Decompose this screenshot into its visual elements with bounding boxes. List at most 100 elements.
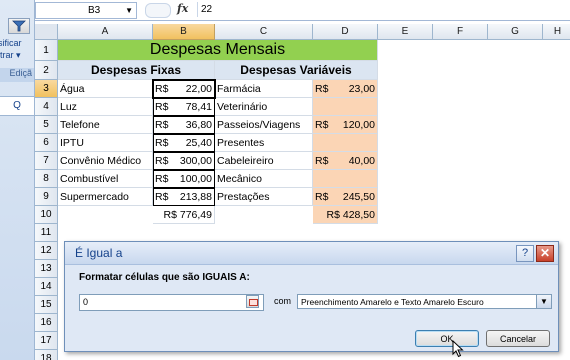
total-fixed-cell[interactable]: R$ 776,49 — [153, 206, 215, 224]
currency-symbol: R$ — [315, 191, 329, 203]
fixed-name-cell[interactable]: Água — [58, 80, 153, 98]
currency-symbol: R$ — [315, 83, 329, 95]
fixed-name-cell[interactable]: Combustível — [58, 170, 153, 188]
currency-symbol: R$ — [155, 173, 169, 185]
fixed-value-cell[interactable]: R$ 25,40 — [153, 134, 215, 152]
variable-name-cell[interactable]: Prestações — [215, 188, 313, 206]
row-header-12[interactable]: 12 — [35, 242, 58, 260]
fixed-name-cell[interactable]: Telefone — [58, 116, 153, 134]
variable-name-cell[interactable]: Mecânico — [215, 170, 313, 188]
formula-input[interactable]: 22 — [197, 2, 570, 17]
ok-button[interactable]: OK — [415, 330, 479, 347]
select-all-corner[interactable] — [35, 24, 58, 40]
variable-value: 40,00 — [348, 155, 375, 167]
column-header-c[interactable]: C — [215, 24, 313, 40]
fixed-name-cell[interactable]: Convênio Médico — [58, 152, 153, 170]
column-header-a[interactable]: A — [58, 24, 153, 40]
column-header-f[interactable]: F — [433, 24, 488, 40]
row-header-10[interactable]: 10 — [35, 206, 58, 224]
fixed-name-cell[interactable]: Luz — [58, 98, 153, 116]
variable-name-cell[interactable]: Farmácia — [215, 80, 313, 98]
dialog-prompt: Formatar células que são IGUAIS A: — [79, 272, 250, 283]
chevron-down-icon[interactable]: ▼ — [125, 3, 133, 18]
insert-function-icon[interactable]: fx — [177, 2, 188, 15]
row-header-16[interactable]: 16 — [35, 314, 58, 332]
row-header-7[interactable]: 7 — [35, 152, 58, 170]
filter-label[interactable]: ltrar ▾ — [0, 50, 21, 61]
format-select[interactable]: Preenchimento Amarelo e Texto Amarelo Es… — [297, 294, 552, 309]
name-box-value: B3 — [88, 5, 101, 16]
row-header-11[interactable]: 11 — [35, 224, 58, 242]
currency-symbol: R$ — [155, 83, 169, 95]
row-header-18[interactable]: 18 — [35, 350, 58, 360]
value-input[interactable]: 0 — [79, 294, 264, 311]
fixed-value-cell[interactable]: R$ 100,00 — [153, 170, 215, 188]
variable-name-cell[interactable]: Cabeleireiro — [215, 152, 313, 170]
fixed-value-cell[interactable]: R$ 213,88 — [153, 188, 215, 206]
variable-value: 23,00 — [348, 83, 375, 95]
fixed-value-cell[interactable]: R$ 36,80 — [153, 116, 215, 134]
close-icon[interactable]: ✕ — [536, 245, 554, 262]
fixed-value: 300,00 — [179, 155, 212, 167]
column-header-d[interactable]: D — [313, 24, 378, 40]
help-icon[interactable]: ? — [516, 245, 534, 262]
variable-value-cell[interactable]: R$ 245,50 — [313, 188, 378, 206]
cancel-button[interactable]: Cancelar — [486, 330, 550, 347]
row-header-8[interactable]: 8 — [35, 170, 58, 188]
variable-value-cell[interactable] — [313, 170, 378, 188]
currency-symbol: R$ — [315, 155, 329, 167]
mouse-pointer-icon — [452, 339, 464, 360]
sheet-title-cell[interactable]: Despesas Mensais — [58, 40, 378, 61]
formula-cancel-button[interactable] — [145, 3, 171, 18]
chevron-down-icon[interactable]: ▼ — [536, 295, 551, 308]
fixed-expenses-header[interactable]: Despesas Fixas — [58, 61, 215, 80]
dialog-titlebar[interactable]: É Igual a ? ✕ — [65, 242, 558, 265]
fixed-name-cell[interactable]: IPTU — [58, 134, 153, 152]
collapse-dialog-icon[interactable] — [246, 295, 259, 308]
row-header-3[interactable]: 3 — [35, 80, 58, 98]
format-select-value: Preenchimento Amarelo e Texto Amarelo Es… — [301, 297, 484, 307]
row-header-15[interactable]: 15 — [35, 296, 58, 314]
variable-name-cell[interactable]: Passeios/Viagens — [215, 116, 313, 134]
name-box[interactable]: B3 ▼ — [35, 2, 137, 19]
fixed-value: 22,00 — [185, 83, 212, 95]
fixed-value-cell[interactable]: R$ 22,00 — [153, 80, 215, 98]
row-header-5[interactable]: 5 — [35, 116, 58, 134]
row-header-1[interactable]: 1 — [35, 40, 58, 61]
fixed-name-cell[interactable]: Supermercado — [58, 188, 153, 206]
currency-symbol: R$ — [155, 191, 169, 203]
column-label-q: Q — [0, 96, 34, 116]
currency-symbol: R$ — [155, 137, 169, 149]
fixed-value-cell[interactable]: R$ 78,41 — [153, 98, 215, 116]
fixed-value: 36,80 — [185, 119, 212, 131]
variable-value-cell[interactable]: R$ 120,00 — [313, 116, 378, 134]
column-header-b[interactable]: B — [153, 24, 215, 40]
column-header-g[interactable]: G — [488, 24, 543, 40]
row-header-2[interactable]: 2 — [35, 61, 58, 80]
variable-expenses-header[interactable]: Despesas Variáveis — [215, 61, 378, 80]
variable-value-cell[interactable] — [313, 98, 378, 116]
row-header-6[interactable]: 6 — [35, 134, 58, 152]
row-header-14[interactable]: 14 — [35, 278, 58, 296]
row-header-4[interactable]: 4 — [35, 98, 58, 116]
variable-value-cell[interactable]: R$ 40,00 — [313, 152, 378, 170]
column-header-e[interactable]: E — [378, 24, 433, 40]
variable-name-cell[interactable]: Veterinário — [215, 98, 313, 116]
row-header-13[interactable]: 13 — [35, 260, 58, 278]
fixed-value: 25,40 — [185, 137, 212, 149]
column-header-h[interactable]: H — [543, 24, 570, 40]
sort-filter-icon[interactable] — [8, 18, 30, 34]
variable-value-cell[interactable] — [313, 134, 378, 152]
variable-name-cell[interactable]: Presentes — [215, 134, 313, 152]
ribbon-editing-group: sificar ltrar ▾ Ediçã Q — [0, 0, 35, 360]
row-header-9[interactable]: 9 — [35, 188, 58, 206]
total-variable-cell[interactable]: R$ 428,50 — [313, 206, 378, 224]
currency-symbol: R$ — [315, 119, 329, 131]
row-header-17[interactable]: 17 — [35, 332, 58, 350]
currency-symbol: R$ — [155, 101, 169, 113]
fixed-value: 78,41 — [185, 101, 212, 113]
classify-label[interactable]: sificar — [0, 38, 22, 48]
variable-value-cell[interactable]: R$ 23,00 — [313, 80, 378, 98]
variable-value: 120,00 — [342, 119, 375, 131]
fixed-value-cell[interactable]: R$ 300,00 — [153, 152, 215, 170]
